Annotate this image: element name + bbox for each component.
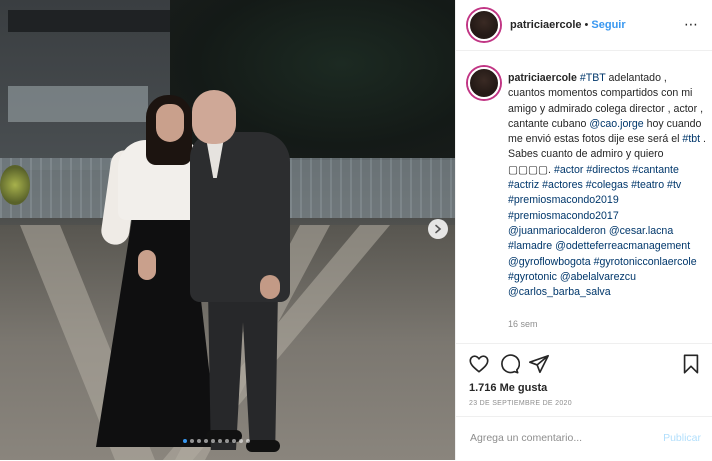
carousel-dot xyxy=(218,439,222,443)
like-button[interactable] xyxy=(468,353,490,375)
post-caption: patriciaercole #TBT adelantado , cuantos… xyxy=(508,72,706,299)
hashtag-link[interactable]: #colegas xyxy=(586,179,628,191)
post-photo[interactable] xyxy=(0,0,455,460)
hashtag-link[interactable]: #directos xyxy=(586,164,629,176)
mention-link[interactable]: @cesar.lacna xyxy=(609,225,673,237)
carousel-dot xyxy=(204,439,208,443)
chevron-right-icon xyxy=(435,224,442,234)
mention-link[interactable]: @carlos_barba_salva xyxy=(508,286,611,298)
carousel-dot xyxy=(246,439,250,443)
comment-button[interactable] xyxy=(498,353,521,375)
share-button[interactable] xyxy=(528,353,550,375)
more-options-icon[interactable]: ⋯ xyxy=(684,16,699,33)
hashtag-link[interactable]: #TBT xyxy=(580,72,606,84)
hashtag-link[interactable]: #actores xyxy=(542,179,583,191)
background-bush xyxy=(0,165,30,205)
carousel-dot xyxy=(232,439,236,443)
share-icon xyxy=(529,354,549,374)
heart-icon xyxy=(469,355,489,373)
next-photo-button[interactable] xyxy=(428,219,448,239)
carousel-dot xyxy=(183,439,187,443)
post-date: 23 DE SEPTIEMBRE DE 2020 xyxy=(469,400,572,407)
carousel-dot xyxy=(197,439,201,443)
hashtag-link[interactable]: #gyrotonicconlaercole xyxy=(594,256,697,268)
publish-button[interactable]: Publicar xyxy=(663,432,701,444)
caption-username[interactable]: patriciaercole xyxy=(508,72,577,84)
hashtag-link[interactable]: #actor xyxy=(554,164,583,176)
separator-dot: • xyxy=(584,19,589,31)
post-time[interactable]: 16 sem xyxy=(508,319,538,329)
carousel-dot xyxy=(225,439,229,443)
caption-avatar[interactable] xyxy=(468,67,500,99)
follow-button[interactable]: Seguir xyxy=(591,19,625,31)
comment-input[interactable] xyxy=(468,431,642,445)
hashtag-link[interactable]: #tv xyxy=(667,179,681,191)
hashtag-link[interactable]: #gyrotonic xyxy=(508,271,557,283)
post-sidebar: patriciaercole • Seguir ⋯ patriciaercole… xyxy=(455,0,712,460)
add-comment-bar: Publicar xyxy=(456,416,712,461)
save-button[interactable] xyxy=(680,353,702,375)
hashtag-link[interactable]: #teatro xyxy=(631,179,664,191)
hashtag-link[interactable]: #lamadre xyxy=(508,240,552,252)
likes-count[interactable]: 1.716 Me gusta xyxy=(469,382,547,394)
comment-icon xyxy=(501,354,521,374)
carousel-dot xyxy=(239,439,243,443)
hashtag-link[interactable]: #tbt xyxy=(682,133,700,145)
carousel-dot xyxy=(211,439,215,443)
mention-link[interactable]: @cao.jorge xyxy=(589,118,643,130)
hashtag-link[interactable]: #premiosmacondo2019 xyxy=(508,194,619,206)
mention-link[interactable]: @abelalvarezcu xyxy=(560,271,636,283)
mention-link[interactable]: @odetteferreacmanagement xyxy=(555,240,690,252)
hashtag-link[interactable]: #premiosmacondo2017 xyxy=(508,210,619,222)
username-link[interactable]: patriciaercole xyxy=(510,19,582,31)
comments-section: patriciaercole #TBT adelantado , cuantos… xyxy=(456,51,712,341)
mention-link[interactable]: @juanmariocalderon xyxy=(508,225,606,237)
mention-link[interactable]: @gyroflowbogota xyxy=(508,256,591,268)
avatar[interactable] xyxy=(468,9,500,41)
carousel-dot xyxy=(190,439,194,443)
bookmark-icon xyxy=(683,354,699,374)
carousel-indicator xyxy=(183,439,250,443)
hashtag-link[interactable]: #actriz xyxy=(508,179,539,191)
post-header: patriciaercole • Seguir ⋯ xyxy=(456,0,712,51)
hashtag-link[interactable]: #cantante xyxy=(632,164,679,176)
